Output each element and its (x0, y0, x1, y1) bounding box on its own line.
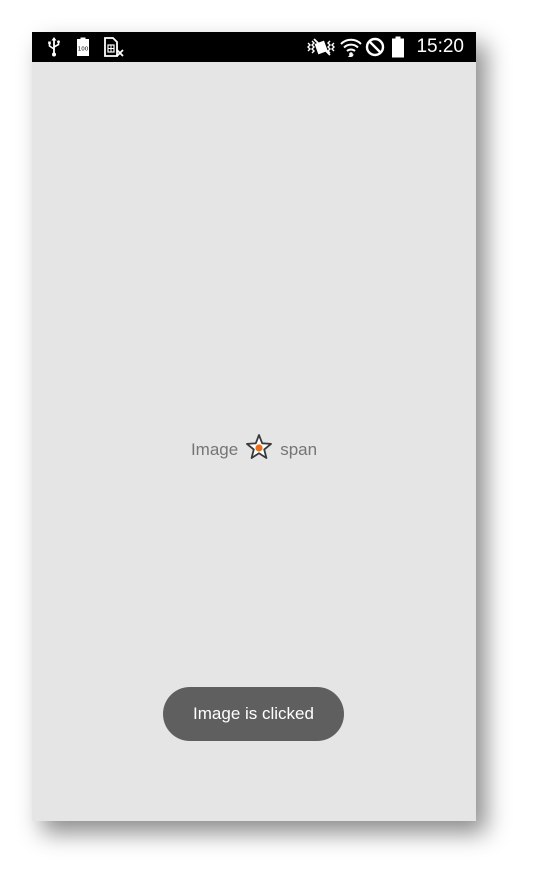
wifi-icon (339, 36, 363, 58)
sim-card-missing-icon (102, 36, 126, 58)
image-span-text: Image span (32, 430, 476, 470)
vibrate-icon (306, 36, 336, 58)
image-label: Image (190, 440, 239, 459)
screenshot-frame: 100 15:20 Image span Image is clicked (0, 0, 541, 886)
usb-icon (46, 36, 62, 58)
svg-text:100: 100 (78, 47, 89, 53)
toast-message: Image is clicked (163, 687, 344, 741)
do-not-disturb-icon (364, 36, 386, 58)
status-clock: 15:20 (416, 36, 464, 57)
span-label: span (280, 440, 318, 459)
status-bar: 100 15:20 (32, 32, 476, 62)
phone-screen: 100 15:20 Image span Image is clicked (32, 32, 476, 821)
battery-100-icon: 100 (75, 36, 91, 58)
star-icon[interactable] (245, 433, 273, 461)
battery-icon (390, 36, 406, 58)
